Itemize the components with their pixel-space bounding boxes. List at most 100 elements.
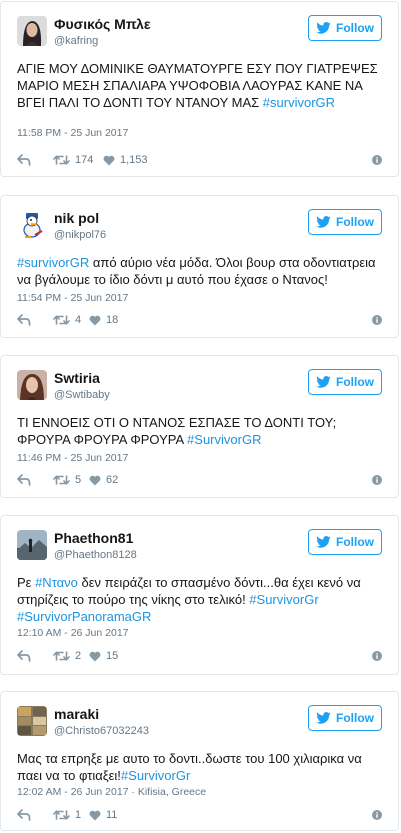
twitter-bird-icon [316, 712, 331, 724]
display-name[interactable]: Phaethon81 [54, 530, 133, 546]
retweet-icon [53, 475, 70, 485]
tweet-card: Phaethon81 @Phaethon8128 Follow Ρε #Νταν… [0, 515, 399, 675]
tweet-timestamp[interactable]: 11:58 PM - 25 Jun 2017 [17, 127, 128, 139]
display-name[interactable]: Swtiria [54, 370, 100, 386]
user-handle[interactable]: @nikpol76 [54, 229, 106, 241]
reply-button[interactable] [17, 650, 31, 662]
avatar[interactable] [17, 16, 47, 46]
follow-button[interactable]: Follow [308, 209, 382, 235]
retweet-icon [53, 810, 70, 820]
heart-icon [103, 155, 115, 165]
hashtag-link[interactable]: #survivorGR [17, 255, 89, 270]
twitter-bird-icon [316, 376, 331, 388]
like-button[interactable]: 62 [89, 474, 118, 486]
tweet-actions: 5 62 [17, 474, 382, 488]
reply-icon [17, 314, 31, 326]
retweet-icon [53, 155, 70, 165]
user-handle[interactable]: @Swtibaby [54, 389, 110, 401]
follow-button[interactable]: Follow [308, 529, 382, 555]
reply-button[interactable] [17, 809, 31, 821]
avatar[interactable] [17, 706, 47, 736]
info-icon[interactable] [372, 475, 382, 485]
display-name[interactable]: nik pol [54, 210, 99, 226]
info-icon[interactable] [372, 810, 382, 820]
hashtag-link[interactable]: #SurvivorGr [121, 768, 190, 783]
avatar[interactable] [17, 530, 47, 560]
retweet-count: 1 [75, 809, 82, 821]
follow-button[interactable]: Follow [308, 15, 382, 41]
retweet-icon [53, 315, 70, 325]
user-handle[interactable]: @kafring [54, 35, 98, 47]
tweet-text: Ρε #Ντανο δεν πειράζει το σπασμένο δόντι… [17, 575, 361, 624]
tweet-card: Φυσικός Μπλε @kafring Follow ΑΓΙΕ ΜΟΥ ΔΟ… [0, 1, 399, 177]
reply-button[interactable] [17, 314, 31, 326]
like-count: 62 [106, 474, 119, 486]
follow-button[interactable]: Follow [308, 369, 382, 395]
woman-portrait-avatar-icon [17, 370, 47, 400]
display-name[interactable]: maraki [54, 706, 99, 722]
follow-button[interactable]: Follow [308, 705, 382, 731]
twitter-bird-icon [316, 536, 331, 548]
retweet-count: 4 [75, 314, 82, 326]
hashtag-link[interactable]: #survivorGR [263, 95, 335, 110]
cartoon-duck-avatar-icon [17, 210, 47, 240]
reply-icon [17, 154, 31, 166]
hashtag-link[interactable]: #SurvivorGr [249, 592, 318, 607]
user-handle[interactable]: @Phaethon8128 [54, 549, 137, 561]
info-icon[interactable] [372, 651, 382, 661]
reply-button[interactable] [17, 154, 31, 166]
reply-icon [17, 474, 31, 486]
like-button[interactable]: 15 [89, 650, 118, 662]
retweet-icon [53, 651, 70, 661]
avatar[interactable] [17, 370, 47, 400]
twitter-bird-icon [316, 216, 331, 228]
like-count: 11 [106, 809, 118, 821]
info-icon[interactable] [372, 315, 382, 325]
landscape-silhouette-avatar-icon [17, 530, 47, 560]
retweet-count: 2 [75, 650, 82, 662]
retweet-button[interactable]: 5 [53, 474, 81, 486]
retweet-button[interactable]: 2 [53, 650, 81, 662]
like-button[interactable]: 1,153 [103, 154, 148, 166]
tweet-timestamp[interactable]: 11:46 PM - 25 Jun 2017 [17, 452, 128, 464]
woman-dark-hair-avatar-icon [17, 16, 47, 46]
user-handle[interactable]: @Christo67032243 [54, 725, 149, 737]
retweet-button[interactable]: 1 [53, 809, 81, 821]
tweet-text: ΑΓΙΕ ΜΟΥ ΔΟΜΙΝΙΚΕ ΘΑΥΜΑΤΟΥΡΓΕ ΕΣΥ ΠΟΥ ΓΙ… [17, 61, 378, 110]
follow-label: Follow [336, 711, 374, 725]
like-count: 15 [106, 650, 119, 662]
tweet-timestamp[interactable]: 12:10 AM - 26 Jun 2017 [17, 627, 129, 639]
avatar[interactable] [17, 210, 47, 240]
retweet-count: 174 [75, 154, 94, 166]
reply-icon [17, 650, 31, 662]
hashtag-link[interactable]: #SurvivorGR [187, 432, 261, 447]
collage-avatar-icon [17, 706, 47, 736]
hashtag-link[interactable]: #Ντανο [35, 575, 78, 590]
heart-icon [89, 315, 101, 325]
tweet-timestamp[interactable]: 12:02 AM - 26 Jun 2017 · Kifisia, Greece [17, 786, 206, 798]
tweet-card: Swtiria @Swtibaby Follow ΤΙ ΕΝΝΟΕΙΣ ΟΤΙ … [0, 355, 399, 498]
tweet-actions: 174 1,153 [17, 154, 382, 168]
info-icon[interactable] [372, 155, 382, 165]
tweet-text: ΤΙ ΕΝΝΟΕΙΣ ΟΤΙ Ο ΝΤΑΝΟΣ ΕΣΠΑΣΕ ΤΟ ΔΟΝΤΙ … [17, 415, 337, 447]
hashtag-link[interactable]: #SurvivorPanoramaGR [17, 609, 151, 624]
tweet-actions: 2 15 [17, 650, 382, 664]
reply-icon [17, 809, 31, 821]
tweet-text: Μας τα επρηξε με αυτο το δοντι..δωστε το… [17, 751, 362, 783]
twitter-bird-icon [316, 22, 331, 34]
like-button[interactable]: 18 [89, 314, 118, 326]
tweet-actions: 1 11 [17, 809, 382, 823]
display-name[interactable]: Φυσικός Μπλε [54, 16, 150, 32]
heart-icon [89, 651, 101, 661]
retweet-button[interactable]: 174 [53, 154, 93, 166]
follow-label: Follow [336, 215, 374, 229]
retweet-button[interactable]: 4 [53, 314, 81, 326]
like-button[interactable]: 11 [89, 809, 117, 821]
like-count: 18 [106, 314, 119, 326]
follow-label: Follow [336, 375, 374, 389]
tweet-timestamp[interactable]: 11:54 PM - 25 Jun 2017 [17, 292, 128, 304]
like-count: 1,153 [120, 154, 148, 166]
reply-button[interactable] [17, 474, 31, 486]
retweet-count: 5 [75, 474, 82, 486]
follow-label: Follow [336, 21, 374, 35]
